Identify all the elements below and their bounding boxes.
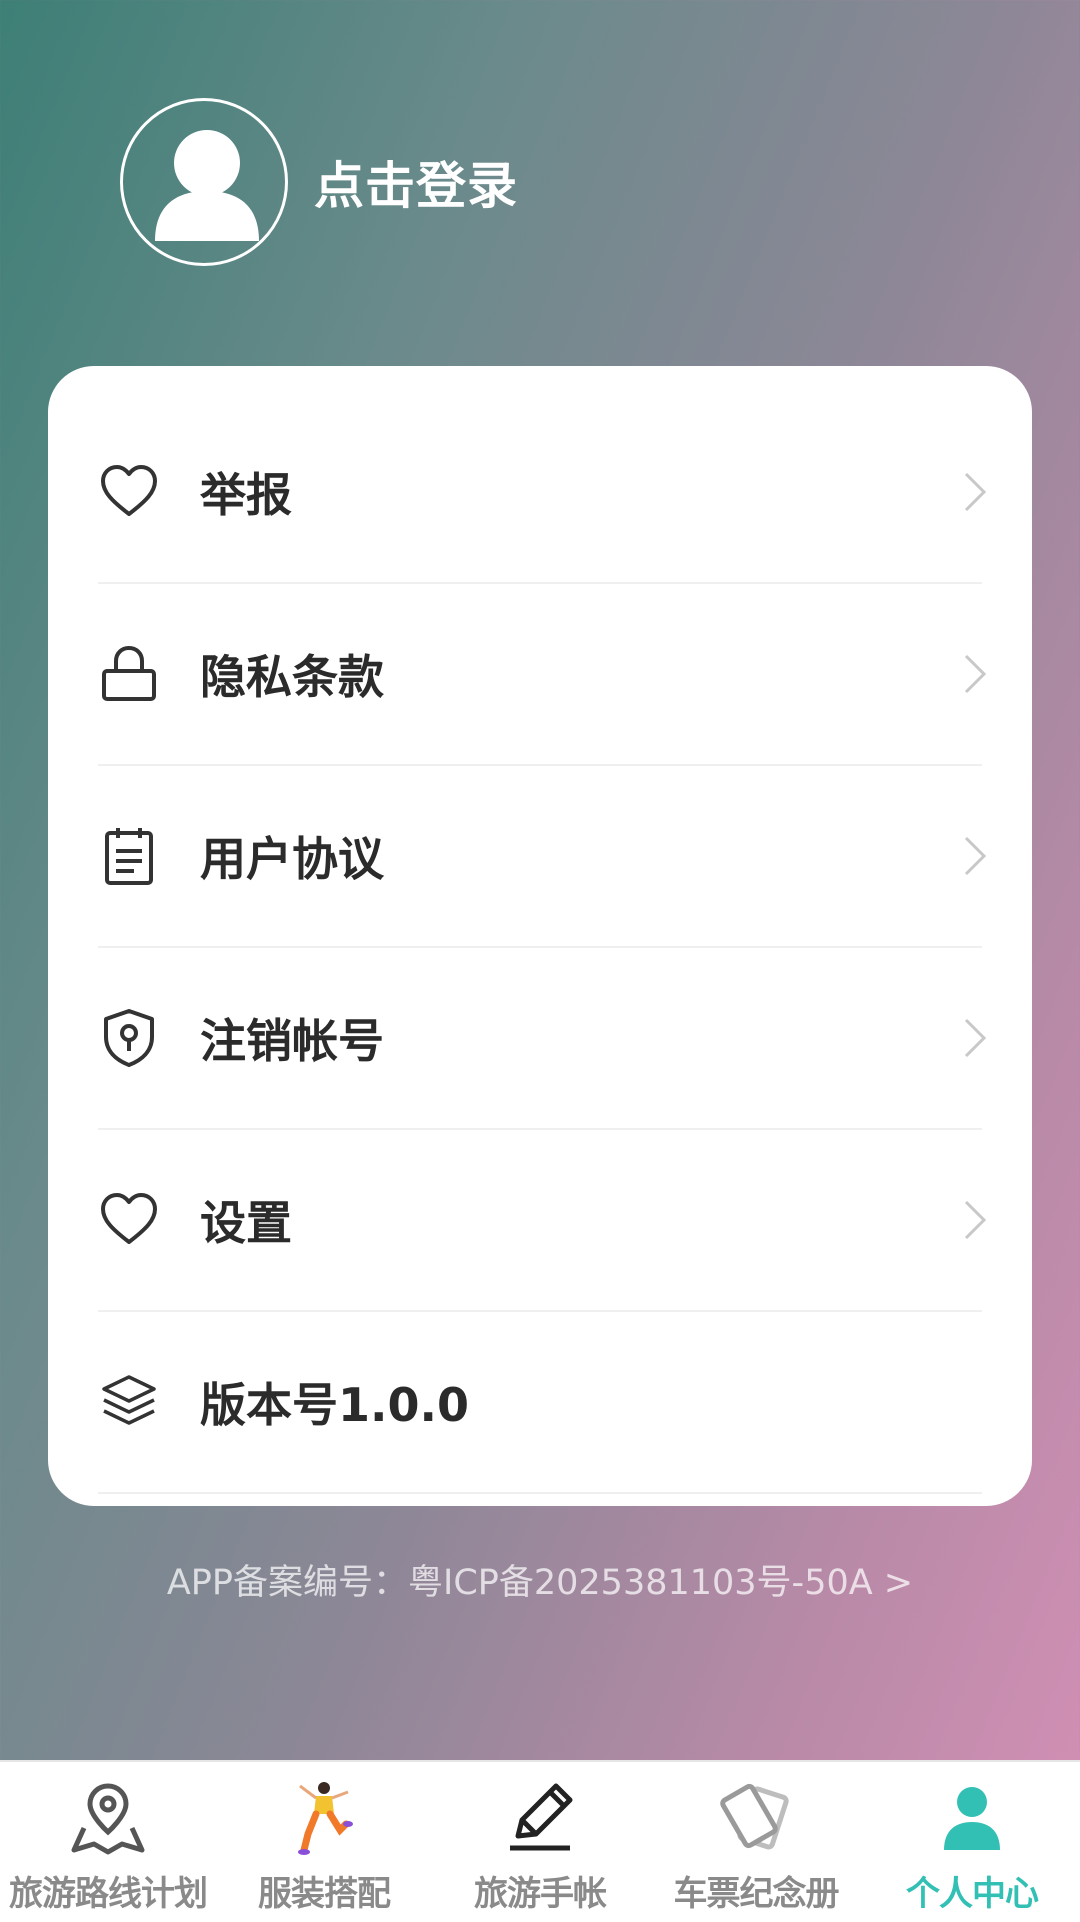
menu-item-version: 版本号1.0.0 [98, 1312, 982, 1494]
heart-icon [98, 1189, 160, 1251]
menu-item-delete-account[interactable]: 注销帐号 [98, 948, 987, 1130]
tab-profile[interactable]: 个人中心 [864, 1762, 1080, 1922]
menu-item-report[interactable]: 举报 [98, 402, 987, 584]
chevron-right-icon [964, 836, 987, 876]
login-link[interactable]: 点击登录 [314, 146, 518, 218]
menu-item-label: 用户协议 [200, 832, 384, 886]
menu-card: 举报 隐私条款 用户协议 注销帐号 设置 版本号1.0.0 [48, 366, 1032, 1506]
menu-item-label: 隐私条款 [200, 650, 384, 704]
chevron-right-icon [964, 654, 987, 694]
menu-item-label: 注销帐号 [200, 1014, 384, 1068]
user-silhouette-icon [155, 130, 259, 241]
menu-item-label: 举报 [200, 468, 292, 522]
profile-header: 点击登录 [120, 96, 518, 268]
bottom-tab-bar: 旅游路线计划 服装搭配 旅游手帐 车票纪念册 个人中心 [0, 1760, 1080, 1922]
version-label: 版本号1.0.0 [200, 1378, 469, 1432]
chevron-right-icon [964, 1200, 987, 1240]
document-icon [98, 825, 160, 887]
menu-item-label: 设置 [200, 1196, 292, 1250]
shield-key-icon [98, 1007, 160, 1069]
tab-label: 旅游路线计划 [9, 1874, 208, 1914]
tab-label: 服装搭配 [258, 1874, 391, 1914]
heart-icon [98, 461, 160, 523]
map-pin-icon [71, 1783, 145, 1855]
user-icon [944, 1787, 1000, 1850]
tab-outfit[interactable]: 服装搭配 [216, 1762, 432, 1922]
menu-item-privacy[interactable]: 隐私条款 [98, 584, 987, 766]
chevron-right-icon [964, 472, 987, 512]
icp-record-link[interactable]: APP备案编号：粤ICP备2025381103号-50A > [0, 1554, 1080, 1605]
dancer-illustration-icon [298, 1782, 353, 1855]
chevron-right-icon [964, 1018, 987, 1058]
tab-label: 车票纪念册 [673, 1874, 840, 1914]
lock-icon [98, 643, 160, 705]
tab-ticket-album[interactable]: 车票纪念册 [648, 1762, 864, 1922]
tab-route-plan[interactable]: 旅游路线计划 [0, 1762, 216, 1922]
menu-item-settings[interactable]: 设置 [98, 1130, 987, 1312]
tab-label: 个人中心 [906, 1874, 1039, 1914]
layers-icon [98, 1371, 160, 1433]
avatar[interactable] [120, 98, 288, 266]
pen-icon [510, 1783, 573, 1851]
ticket-cards-icon [720, 1783, 789, 1850]
tab-travel-journal[interactable]: 旅游手帐 [432, 1762, 648, 1922]
tab-label: 旅游手帐 [474, 1874, 607, 1914]
menu-item-user-agreement[interactable]: 用户协议 [98, 766, 987, 948]
